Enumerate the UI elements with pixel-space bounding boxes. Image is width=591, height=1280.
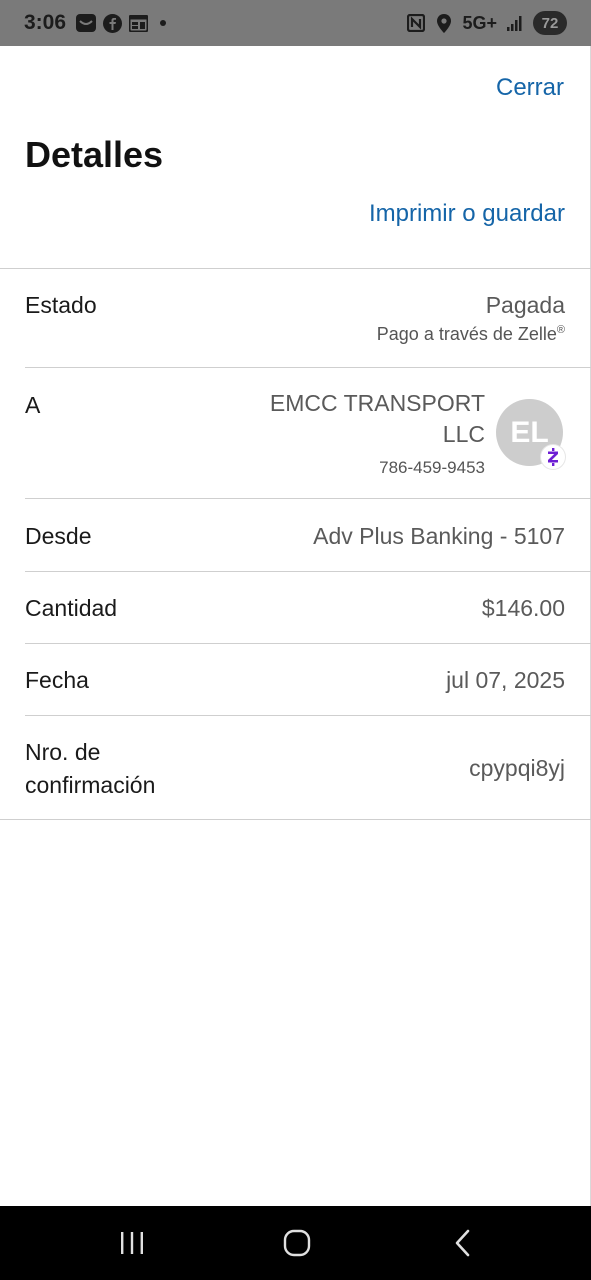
- battery-indicator: 72: [533, 11, 567, 35]
- network-type: 5G+: [462, 12, 497, 33]
- more-notifications-dot: [160, 20, 167, 26]
- divider: [25, 367, 591, 368]
- divider: [0, 268, 591, 269]
- recipient-label: A: [25, 392, 41, 418]
- amount-value: $146.00: [481, 595, 565, 621]
- avatar-initials: EL: [510, 415, 549, 449]
- recent-apps-button[interactable]: [114, 1228, 150, 1258]
- facebook-icon: [102, 13, 122, 33]
- from-label: Desde: [25, 523, 92, 549]
- back-icon: [455, 1229, 470, 1257]
- divider: [0, 819, 591, 820]
- print-or-save-button[interactable]: Imprimir o guardar: [369, 200, 565, 228]
- status-value: Pagada: [485, 292, 565, 318]
- status-time: 3:06: [24, 11, 67, 34]
- confirmation-label-line1: Nro. de: [25, 739, 101, 765]
- zelle-icon: [541, 445, 565, 469]
- from-account: Adv Plus Banking - 5107: [313, 523, 565, 549]
- divider: [25, 498, 591, 499]
- recipient-name: EMCC TRANSPORT LLC: [269, 390, 485, 447]
- screen: 3:06 5G+ 72 Cerrar Detalles Imprimir o g…: [0, 0, 591, 1280]
- payment-method-text: Pago a través de Zelle: [376, 324, 557, 344]
- close-button[interactable]: Cerrar: [496, 74, 564, 102]
- recipient-phone: 786-459-9453: [379, 458, 485, 477]
- status-bar: 3:06 5G+ 72: [0, 0, 591, 46]
- mail-icon: [76, 13, 97, 33]
- payment-method: Pago a través de Zelle®: [377, 324, 565, 345]
- confirmation-number: cpypqi8yj: [469, 755, 565, 781]
- home-button[interactable]: [279, 1228, 315, 1258]
- status-right: 5G+ 72: [406, 11, 567, 35]
- details-sheet: Cerrar Detalles Imprimir o guardar Estad…: [0, 46, 591, 1206]
- calendar-icon: [128, 13, 148, 33]
- nfc-icon: [406, 13, 426, 33]
- date-value: jul 07, 2025: [446, 667, 565, 693]
- recent-apps-icon: [121, 1232, 143, 1254]
- divider: [25, 715, 591, 716]
- divider: [25, 571, 591, 572]
- home-icon: [283, 1229, 311, 1257]
- status-label: Estado: [25, 292, 97, 318]
- divider: [25, 643, 591, 644]
- amount-label: Cantidad: [25, 595, 118, 621]
- navigation-bar: [0, 1206, 591, 1280]
- page-title: Detalles: [25, 134, 164, 175]
- confirmation-label-line2: confirmación: [25, 772, 156, 798]
- location-icon: [434, 13, 454, 33]
- signal-icon: [505, 13, 525, 33]
- back-button[interactable]: [445, 1228, 481, 1258]
- registered-mark: ®: [556, 324, 565, 336]
- notification-icons: [76, 13, 167, 33]
- date-label: Fecha: [25, 667, 89, 693]
